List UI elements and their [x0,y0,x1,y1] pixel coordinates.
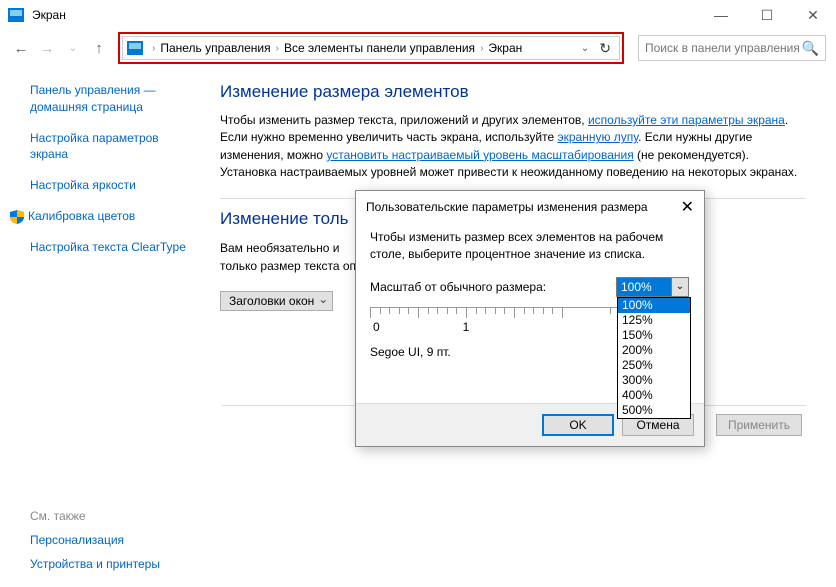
dialog-instruction: Чтобы изменить размер всех элементов на … [370,229,690,263]
magnifier-link[interactable]: экранную лупу [558,130,639,144]
display-params-link[interactable]: используйте эти параметры экрана [588,113,785,127]
chevron-down-icon[interactable]: ⌄ [671,277,689,297]
search-icon[interactable]: 🔍 [802,40,819,57]
maximize-button[interactable]: ☐ [744,0,790,30]
scale-option[interactable]: 500% [618,403,690,418]
address-bar[interactable]: › Панель управления › Все элементы панел… [122,36,620,60]
minimize-button[interactable]: — [698,0,744,30]
up-button[interactable]: ↑ [88,37,110,59]
display-icon [8,8,24,22]
scale-selected-value: 100% [621,280,652,294]
scale-label: Масштаб от обычного размера: [370,280,616,294]
scale-option[interactable]: 250% [618,358,690,373]
display-icon [127,41,143,55]
description-text: Чтобы изменить размер текста, приложений… [220,112,806,182]
chevron-right-icon: › [149,43,158,54]
search-box[interactable]: 🔍 [638,35,826,61]
recent-dropdown[interactable]: ⌄ [62,37,84,59]
apply-button[interactable]: Применить [716,414,802,436]
dialog-title: Пользовательские параметры изменения раз… [366,200,648,214]
scale-options-list: 100% 125% 150% 200% 250% 300% 400% 500% [617,297,691,419]
scale-option[interactable]: 125% [618,313,690,328]
see-also-devices[interactable]: Устройства и принтеры [30,557,210,571]
ruler-label: 0 [373,320,380,334]
address-dropdown[interactable]: ⌄ [577,43,593,54]
scale-combobox[interactable]: 100% ⌄ 100% 125% 150% 200% 250% 300% 400… [616,277,672,297]
scale-option[interactable]: 150% [618,328,690,343]
navigation-bar: ← → ⌄ ↑ › Панель управления › Все элемен… [0,30,836,66]
window-title: Экран [32,8,66,22]
scale-option[interactable]: 400% [618,388,690,403]
chevron-right-icon: › [273,43,282,54]
breadcrumb[interactable]: Экран [488,41,522,55]
sidebar-item-brightness[interactable]: Настройка яркости [30,177,196,194]
see-also-label: См. также [30,509,210,523]
text-element-dropdown[interactable]: Заголовки окон [220,291,333,311]
scale-option[interactable]: 300% [618,373,690,388]
sidebar-item-calibrate[interactable]: Калибровка цветов [30,208,196,225]
ok-button[interactable]: OK [542,414,614,436]
refresh-button[interactable]: ↻ [595,40,615,57]
sidebar-item-display-settings[interactable]: Настройка параметров экрана [30,130,196,164]
sidebar-item-home[interactable]: Панель управления — домашняя страница [30,82,196,116]
breadcrumb[interactable]: Панель управления [160,41,270,55]
chevron-right-icon: › [477,43,486,54]
see-also-section: См. также Персонализация Устройства и пр… [30,509,210,581]
custom-scaling-dialog: Пользовательские параметры изменения раз… [355,190,705,447]
window-titlebar: Экран — ☐ ✕ [0,0,836,30]
close-button[interactable]: ✕ [790,0,836,30]
dialog-close-button[interactable]: ✕ [681,197,694,217]
address-bar-highlight: › Панель управления › Все элементы панел… [118,32,624,64]
back-button[interactable]: ← [10,37,32,59]
ruler-label: 1 [463,320,470,334]
scale-option[interactable]: 100% [618,298,690,313]
custom-scaling-link[interactable]: установить настраиваемый уровень масштаб… [326,148,633,162]
dialog-titlebar: Пользовательские параметры изменения раз… [356,191,704,223]
page-heading: Изменение размера элементов [220,82,806,102]
search-input[interactable] [645,41,802,55]
scale-option[interactable]: 200% [618,343,690,358]
see-also-personalization[interactable]: Персонализация [30,533,210,547]
sidebar-item-cleartype[interactable]: Настройка текста ClearType [30,239,196,256]
breadcrumb[interactable]: Все элементы панели управления [284,41,475,55]
forward-button[interactable]: → [36,37,58,59]
shield-icon [10,210,24,224]
